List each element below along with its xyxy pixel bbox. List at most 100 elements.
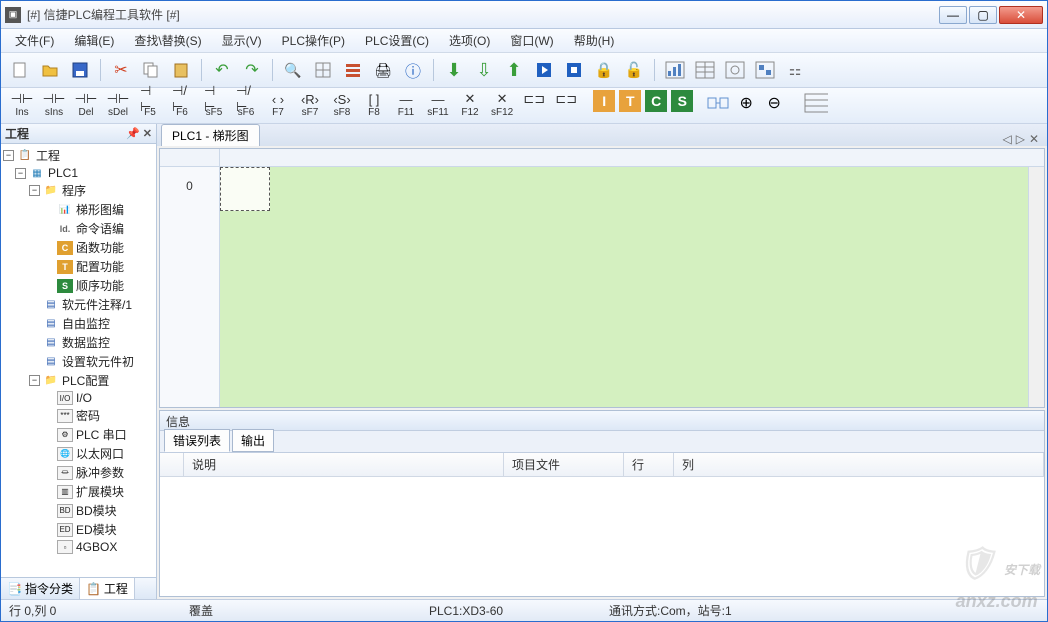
undo-button[interactable]: ↶ — [209, 57, 235, 83]
tree-plc-config[interactable]: PLC配置 — [62, 372, 109, 389]
scrollbar[interactable] — [1028, 167, 1044, 407]
menu-help[interactable]: 帮助(H) — [566, 30, 623, 51]
ladder-tool-sF12[interactable]: ✕sF12 — [487, 90, 517, 119]
tab-next-icon[interactable]: ▷ — [1016, 132, 1025, 146]
maximize-button[interactable]: ▢ — [969, 6, 997, 24]
tree-item[interactable]: 📊梯形图编 — [1, 200, 156, 219]
zoom-button[interactable] — [722, 57, 748, 83]
extra-2[interactable]: ⊏⊐ — [551, 90, 581, 108]
tree-item[interactable]: ⏛脉冲参数 — [1, 463, 156, 482]
menu-view[interactable]: 显示(V) — [214, 30, 270, 51]
redo-button[interactable]: ↷ — [239, 57, 265, 83]
tree-item[interactable]: ld.命令语编 — [1, 219, 156, 238]
menu-window[interactable]: 窗口(W) — [502, 30, 561, 51]
tree-item[interactable]: I/OI/O — [1, 390, 156, 406]
error-table[interactable]: 说明 项目文件 行 列 — [160, 453, 1044, 596]
tab-instruction[interactable]: 📑指令分类 — [1, 578, 80, 599]
tree-item[interactable]: ***密码 — [1, 406, 156, 425]
tree-item[interactable]: ▤数据监控 — [1, 333, 156, 352]
minimize-button[interactable]: — — [939, 6, 967, 24]
tab-output[interactable]: 输出 — [232, 429, 274, 452]
tree-plc[interactable]: PLC1 — [48, 166, 78, 180]
copy-button[interactable] — [138, 57, 164, 83]
col-col[interactable]: 列 — [674, 453, 1044, 476]
col-file[interactable]: 项目文件 — [504, 453, 624, 476]
module-button[interactable] — [752, 57, 778, 83]
ladder-tool-sF11[interactable]: —sF11 — [423, 90, 453, 119]
ladder-tool-F8[interactable]: [ ]F8 — [359, 90, 389, 119]
lock-button[interactable]: 🔒 — [591, 57, 617, 83]
open-button[interactable] — [37, 57, 63, 83]
ladder-tool-sDel[interactable]: ⊣⊢sDel — [103, 90, 133, 119]
tree-item[interactable]: ▤软元件注释/1 — [1, 295, 156, 314]
grid-button[interactable] — [310, 57, 336, 83]
tab-close-icon[interactable]: ✕ — [1029, 132, 1039, 146]
fit-button[interactable] — [705, 90, 731, 116]
find-button[interactable]: 🔍 — [280, 57, 306, 83]
connect-button[interactable]: ⚏ — [782, 57, 808, 83]
tab-ladder[interactable]: PLC1 - 梯形图 — [161, 124, 260, 146]
tab-project[interactable]: 📋工程 — [80, 578, 135, 599]
collapse-icon[interactable]: − — [15, 168, 26, 179]
tree-item[interactable]: ▤设置软元件初 — [1, 352, 156, 371]
tree-item[interactable]: T配置功能 — [1, 257, 156, 276]
letter-C[interactable]: C — [645, 90, 667, 112]
print-button[interactable]: 🖨 — [370, 57, 396, 83]
zoom-out-button[interactable]: ⊖ — [761, 90, 787, 116]
menu-options[interactable]: 选项(O) — [441, 30, 498, 51]
paste-button[interactable] — [168, 57, 194, 83]
new-button[interactable] — [7, 57, 33, 83]
unlock-button[interactable]: 🔓 — [621, 57, 647, 83]
table-button[interactable] — [692, 57, 718, 83]
help-button[interactable]: ⓘ — [400, 57, 426, 83]
tab-prev-icon[interactable]: ◁ — [1002, 132, 1011, 146]
stop-button[interactable] — [561, 57, 587, 83]
menu-edit[interactable]: 编辑(E) — [66, 30, 122, 51]
tree-item[interactable]: ▥扩展模块 — [1, 482, 156, 501]
tab-errors[interactable]: 错误列表 — [164, 429, 230, 452]
tree-item[interactable]: 🌐以太网口 — [1, 444, 156, 463]
collapse-icon[interactable]: − — [29, 185, 40, 196]
tree-item[interactable]: ▤自由监控 — [1, 314, 156, 333]
ladder-tool-sF8[interactable]: ‹S›sF8 — [327, 90, 357, 119]
tree-item[interactable]: ▫4GBOX — [1, 539, 156, 555]
letter-T[interactable]: T — [619, 90, 641, 112]
ladder-tool-F12[interactable]: ✕F12 — [455, 90, 485, 119]
col-row[interactable]: 行 — [624, 453, 674, 476]
ladder-tool-sF5[interactable]: ⊣ ⊢sF5 — [199, 90, 229, 119]
extra-1[interactable]: ⊏⊐ — [519, 90, 549, 108]
col-desc[interactable]: 说明 — [184, 453, 504, 476]
letter-I[interactable]: I — [593, 90, 615, 112]
ladder-tool-Del[interactable]: ⊣⊢Del — [71, 90, 101, 119]
tree-item[interactable]: BDBD模块 — [1, 501, 156, 520]
list-button[interactable] — [340, 57, 366, 83]
tree-item[interactable]: S顺序功能 — [1, 276, 156, 295]
tree-root[interactable]: 工程 — [36, 147, 60, 164]
collapse-icon[interactable]: − — [3, 150, 14, 161]
menu-file[interactable]: 文件(F) — [7, 30, 62, 51]
ladder-tool-F11[interactable]: —F11 — [391, 90, 421, 119]
run-button[interactable] — [531, 57, 557, 83]
tree-program[interactable]: 程序 — [62, 182, 86, 199]
pin-icon[interactable]: 📌 ✕ — [126, 127, 152, 140]
ladder-grid[interactable] — [220, 167, 1028, 407]
collapse-icon[interactable]: − — [29, 375, 40, 386]
upload-button[interactable]: ⬆ — [501, 57, 527, 83]
ladder-tool-F7[interactable]: ‹ ›F7 — [263, 90, 293, 119]
menu-find[interactable]: 查找\替换(S) — [126, 30, 209, 51]
menu-plc-op[interactable]: PLC操作(P) — [274, 30, 353, 51]
chart-button[interactable] — [662, 57, 688, 83]
letter-S[interactable]: S — [671, 90, 693, 112]
ladder-tool-Ins[interactable]: ⊣⊢Ins — [7, 90, 37, 119]
rungs-button[interactable] — [803, 90, 829, 116]
tree-item[interactable]: EDED模块 — [1, 520, 156, 539]
download-button[interactable]: ⬇ — [441, 57, 467, 83]
project-tree[interactable]: −📋工程 −▦PLC1 −📁程序 📊梯形图编ld.命令语编C函数功能T配置功能S… — [1, 144, 156, 577]
zoom-in-button[interactable]: ⊕ — [733, 90, 759, 116]
menu-plc-set[interactable]: PLC设置(C) — [357, 30, 437, 51]
ladder-tool-F6[interactable]: ⊣/⊢F6 — [167, 90, 197, 119]
ladder-tool-F5[interactable]: ⊣ ⊢F5 — [135, 90, 165, 119]
cut-button[interactable]: ✂ — [108, 57, 134, 83]
ladder-tool-sF7[interactable]: ‹R›sF7 — [295, 90, 325, 119]
ladder-tool-sF6[interactable]: ⊣/⊢sF6 — [231, 90, 261, 119]
